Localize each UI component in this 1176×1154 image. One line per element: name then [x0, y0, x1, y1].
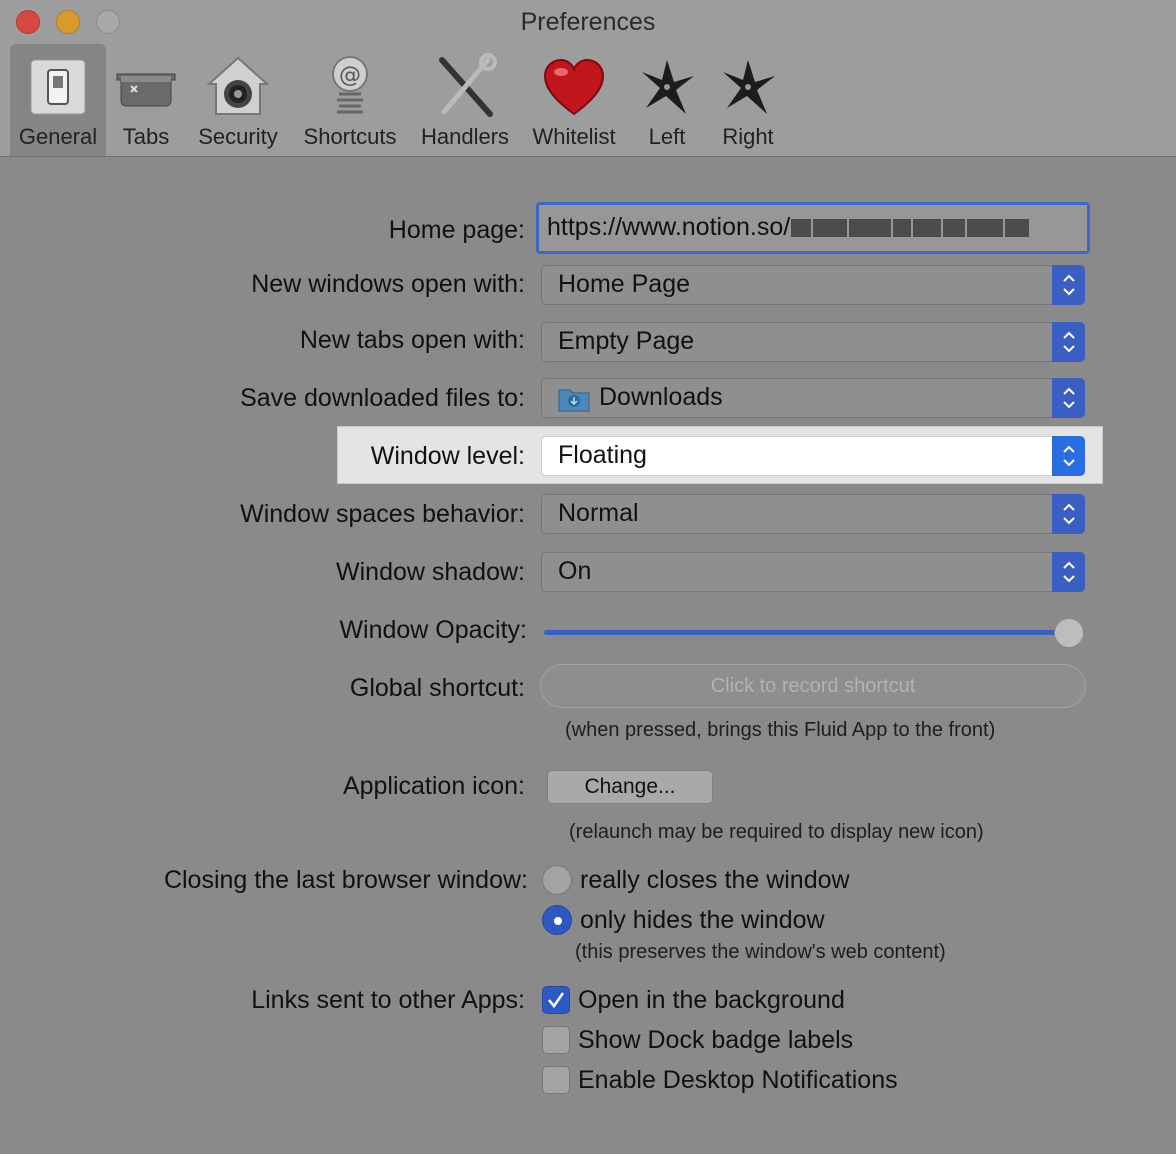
only-hides-radio[interactable] [542, 905, 572, 935]
tab-shortcuts[interactable]: @ Shortcuts [296, 44, 404, 156]
window-level-label: Window level: [370, 442, 525, 470]
handlers-tools-icon [439, 53, 497, 117]
new-windows-value: Home Page [558, 270, 691, 298]
tab-whitelist-label: Whitelist [532, 124, 616, 149]
tabs-tray-icon [116, 73, 176, 107]
really-closes-radio[interactable] [542, 865, 572, 895]
downloads-folder-icon [558, 389, 590, 412]
tab-whitelist[interactable]: Whitelist [526, 44, 622, 156]
tab-tabs[interactable]: Tabs [110, 44, 182, 156]
window-level-value: Floating [558, 441, 647, 469]
desktop-notifications-label: Enable Desktop Notifications [578, 1066, 898, 1094]
left-shuriken-icon [642, 60, 694, 114]
tab-left[interactable]: Left [636, 44, 698, 156]
chevron-updown-icon [1052, 436, 1085, 476]
window-shadow-value: On [558, 557, 592, 585]
save-downloads-label: Save downloaded files to: [240, 384, 525, 412]
chevron-updown-icon [1052, 552, 1085, 592]
shortcuts-at-spring-icon: @ [332, 56, 368, 114]
tab-security[interactable]: Security [192, 44, 284, 156]
chevron-updown-icon [1052, 378, 1085, 418]
tab-left-label: Left [648, 124, 686, 149]
tab-general[interactable]: General [10, 44, 106, 156]
tab-shortcuts-label: Shortcuts [303, 124, 397, 149]
app-icon-note: (relaunch may be required to display new… [569, 821, 984, 843]
only-hides-label: only hides the window [580, 906, 825, 934]
svg-text:@: @ [339, 63, 361, 88]
new-windows-label: New windows open with: [251, 270, 525, 298]
global-shortcut-label: Global shortcut: [349, 674, 525, 702]
tab-general-label: General [18, 124, 98, 149]
save-downloads-value: Downloads [599, 383, 723, 411]
links-label: Links sent to other Apps: [251, 986, 525, 1014]
really-closes-label: really closes the window [580, 866, 850, 894]
security-house-lock-icon [206, 56, 270, 115]
opacity-slider-track[interactable] [544, 630, 1064, 635]
redacted-url-text [790, 213, 1030, 241]
dock-badge-label: Show Dock badge labels [578, 1026, 854, 1054]
right-shuriken-icon [723, 60, 775, 114]
spaces-behavior-value: Normal [558, 499, 639, 527]
record-shortcut-field[interactable]: Click to record shortcut [540, 664, 1086, 708]
window-level-popup[interactable]: Floating [541, 436, 1085, 476]
window-shadow-popup[interactable]: On [541, 552, 1085, 592]
desktop-notifications-checkbox[interactable] [542, 1066, 570, 1094]
opacity-label: Window Opacity: [339, 616, 527, 644]
chevron-updown-icon [1052, 265, 1085, 305]
tab-security-label: Security [198, 124, 278, 149]
chevron-updown-icon [1052, 494, 1085, 534]
home-page-label: Home page: [388, 216, 525, 244]
tab-handlers[interactable]: Handlers [416, 44, 514, 156]
whitelist-heart-icon [543, 58, 605, 116]
spaces-behavior-label: Window spaces behavior: [240, 500, 525, 528]
title-bar: Preferences General Tabs Security @ Shor… [0, 0, 1176, 157]
new-tabs-value: Empty Page [558, 327, 695, 355]
chevron-updown-icon [1052, 322, 1085, 362]
closing-note: (this preserves the window's web content… [575, 941, 946, 963]
checkmark-icon [548, 992, 565, 1009]
window-shadow-label: Window shadow: [336, 558, 525, 586]
tab-handlers-label: Handlers [420, 124, 510, 149]
global-shortcut-note: (when pressed, brings this Fluid App to … [565, 719, 996, 741]
general-switch-icon [30, 59, 86, 115]
new-tabs-label: New tabs open with: [299, 326, 525, 354]
window-title: Preferences [520, 8, 656, 36]
new-tabs-popup[interactable]: Empty Page [541, 322, 1085, 362]
closing-label: Closing the last browser window: [163, 866, 528, 894]
dock-badge-checkbox[interactable] [542, 1026, 570, 1054]
open-background-label: Open in the background [578, 986, 845, 1014]
home-page-field[interactable]: https://www.notion.so/ [536, 202, 1090, 254]
save-downloads-popup[interactable]: Downloads [541, 378, 1085, 418]
new-windows-popup[interactable]: Home Page [541, 265, 1085, 305]
app-icon-label: Application icon: [342, 772, 525, 800]
tab-right-label: Right [722, 124, 774, 149]
tab-tabs-label: Tabs [122, 124, 170, 149]
home-page-value: https://www.notion.so/ [547, 213, 791, 241]
change-icon-button[interactable]: Change... [547, 770, 713, 804]
opacity-slider-knob[interactable] [1054, 618, 1084, 648]
spaces-behavior-popup[interactable]: Normal [541, 494, 1085, 534]
open-background-checkbox[interactable] [542, 986, 570, 1014]
tab-right[interactable]: Right [714, 44, 782, 156]
